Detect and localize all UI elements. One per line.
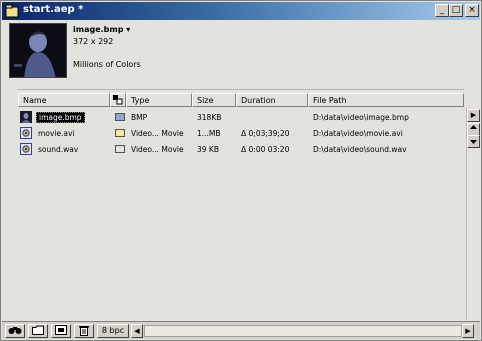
scroll-right-button[interactable]: ▶ xyxy=(462,324,474,338)
wav-file-icon xyxy=(20,143,32,155)
bottom-toolbar: 8 bpc ◀ ▶ xyxy=(2,321,480,339)
minimize-button[interactable]: _ xyxy=(435,4,449,17)
label-swatch[interactable] xyxy=(115,113,125,121)
new-composition-button[interactable] xyxy=(51,324,71,338)
composition-icon xyxy=(55,325,67,335)
scroll-up-icon xyxy=(470,125,477,129)
col-header-duration[interactable]: Duration xyxy=(236,93,308,107)
table-row[interactable]: movie.avi Video... Movie 1...MB Δ 0;03;3… xyxy=(18,126,464,142)
project-window: start.aep * _ □ × image.bmp ▾ 372 x 292 … xyxy=(0,0,482,341)
maximize-button[interactable]: □ xyxy=(449,4,463,17)
project-icon xyxy=(5,4,19,18)
folder-icon xyxy=(32,325,44,335)
horizontal-scrollbar[interactable] xyxy=(144,325,462,337)
col-header-name[interactable]: Name xyxy=(18,93,110,107)
label-icon xyxy=(113,95,123,105)
row-path: D:\data\video\image.bmp xyxy=(313,113,409,122)
row-name[interactable]: sound.wav xyxy=(38,145,78,154)
file-list: image.bmp BMP 318KB D:\data\video\image.… xyxy=(18,108,464,320)
close-button[interactable]: × xyxy=(465,4,479,17)
find-button[interactable] xyxy=(5,324,25,338)
row-path: D:\data\video\sound.wav xyxy=(313,145,407,154)
row-duration: Δ 0:00 03:20 xyxy=(241,145,290,154)
column-menu-arrow[interactable]: ▶ xyxy=(467,109,480,122)
window-title: start.aep * xyxy=(23,4,84,15)
row-name[interactable]: movie.avi xyxy=(38,129,75,138)
avi-file-icon xyxy=(20,127,32,139)
row-size: 318KB xyxy=(197,113,222,122)
thumbnail-image xyxy=(10,24,66,77)
title-bar[interactable]: start.aep * _ □ × xyxy=(2,2,480,20)
preview-filename[interactable]: image.bmp ▾ xyxy=(73,25,130,34)
row-duration: Δ 0;03;39;20 xyxy=(241,129,290,138)
binoculars-icon xyxy=(8,327,22,334)
delete-button[interactable] xyxy=(74,324,94,338)
label-swatch[interactable] xyxy=(115,145,125,153)
row-size: 1...MB xyxy=(197,129,221,138)
bit-depth-button[interactable]: 8 bpc xyxy=(97,324,129,338)
bmp-file-icon xyxy=(20,111,32,123)
col-header-filepath[interactable]: File Path xyxy=(308,93,464,107)
trash-icon xyxy=(79,326,89,336)
preview-color-depth: Millions of Colors xyxy=(73,60,141,69)
separator xyxy=(18,89,464,90)
col-header-size[interactable]: Size xyxy=(192,93,236,107)
new-folder-button[interactable] xyxy=(28,324,48,338)
col-header-type[interactable]: Type xyxy=(126,93,192,107)
table-row[interactable]: image.bmp BMP 318KB D:\data\video\image.… xyxy=(18,110,464,126)
row-size: 39 KB xyxy=(197,145,219,154)
row-type: BMP xyxy=(131,113,148,122)
column-header: Name Type Size Duration File Path xyxy=(18,93,464,107)
preview-dimensions: 372 x 292 xyxy=(73,37,114,46)
row-path: D:\data\video\movie.avi xyxy=(313,129,403,138)
row-name[interactable]: image.bmp xyxy=(36,112,85,123)
label-swatch[interactable] xyxy=(115,129,125,137)
row-type: Video... Movie xyxy=(131,145,184,154)
row-type: Video... Movie xyxy=(131,129,184,138)
scroll-down-button[interactable] xyxy=(467,135,480,148)
scroll-left-button[interactable]: ◀ xyxy=(131,324,143,338)
col-header-label[interactable] xyxy=(110,93,126,107)
table-row[interactable]: sound.wav Video... Movie 39 KB Δ 0:00 03… xyxy=(18,142,464,158)
preview-thumbnail xyxy=(9,23,67,78)
scroll-down-icon xyxy=(470,140,477,144)
